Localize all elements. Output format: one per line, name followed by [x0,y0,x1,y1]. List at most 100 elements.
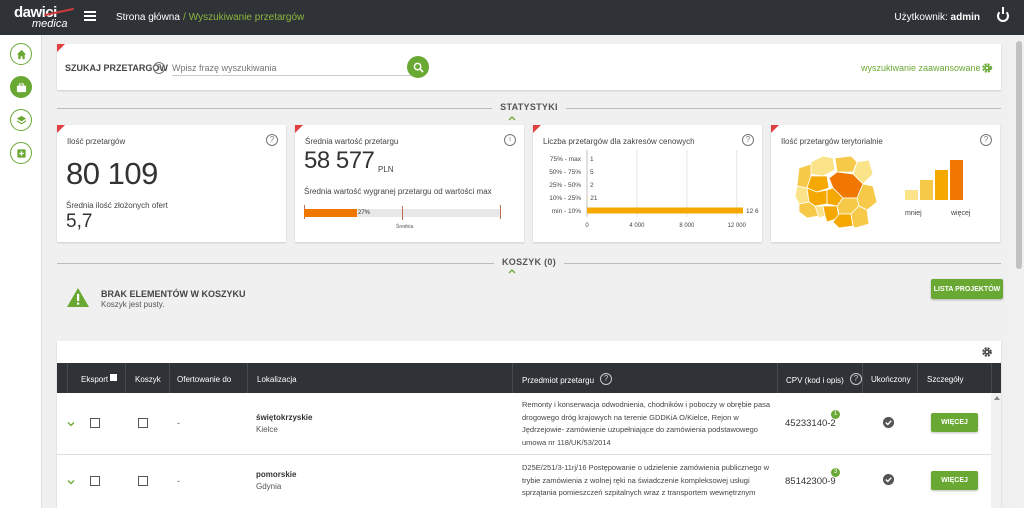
win-ratio-label: 27% [358,210,371,216]
cart-checkbox[interactable] [138,476,148,486]
stat-title: Ilość przetargów terytorialnie [781,137,883,146]
top-bar: dawici medica Strona główna / Wyszukiwanie… [0,0,1024,35]
card-flag [771,125,779,133]
chevron-up-icon[interactable] [508,116,516,121]
stat-title: Średnia wartość przetargu [305,137,399,146]
sidebar [0,35,42,508]
territorial-legend-chart [905,160,963,200]
location-region: pomorskie [256,470,297,479]
project-list-button[interactable]: LISTA PROJEKTÓW [931,279,1003,299]
poland-map[interactable] [793,152,883,234]
avg-won-label: Średnia wartość wygranej przetargu od wa… [304,187,492,196]
sidebar-item-layers[interactable] [10,109,32,131]
user-name: admin [950,12,980,23]
location-city: Kielce [256,425,278,434]
col-cpv-label: CPV (kod i opis) [786,376,844,385]
user-info: Użytkownik: admin [894,12,980,23]
chevron-up-icon[interactable] [508,269,516,274]
completed-check-icon [883,417,894,428]
more-details-button[interactable]: WIĘCEJ [931,413,978,432]
stats-divider: STATYSTYKI [57,102,1001,114]
stat-card-territorial: Ilość przetargów terytorialnie ? mniej w… [771,125,1000,242]
col-eksport[interactable]: Eksport [81,374,118,384]
col-przedmiot[interactable]: Przedmiot przetargu? [522,373,613,387]
logo[interactable]: dawici medica [14,4,74,30]
search-button[interactable] [407,56,429,78]
category-label: 50% - 75% [549,169,581,176]
more-details-button[interactable]: WIĘCEJ [931,471,978,490]
advanced-search-link[interactable]: wyszukiwanie zaawansowane [861,63,993,73]
avg-marker-label: Średnia [396,224,414,230]
gear-icon[interactable] [981,62,993,74]
win-ratio-bar: 27% [304,206,500,220]
user-label: Użytkownik: [894,12,948,23]
table-header: Eksport Koszyk Ofertowanie do Lokalizacj… [57,363,1001,393]
col-szczegoly[interactable]: Szczegóły [927,375,963,384]
avg-value: 58 577 [304,147,375,174]
expand-chevron-icon[interactable] [67,421,75,427]
cart-checkbox[interactable] [138,418,148,428]
cpv-code[interactable]: 85142300-9 [785,476,836,487]
help-icon[interactable]: ? [153,62,165,74]
export-checkbox[interactable] [90,476,100,486]
x-tick-label: 12 000 [728,223,747,229]
x-tick-label: 8 000 [679,223,695,229]
location-region: świętokrzyskie [256,413,313,422]
breadcrumb-home[interactable]: Strona główna [116,12,180,23]
table-scrollbar[interactable] [991,393,1001,508]
plus-box-icon [16,148,26,158]
info-icon[interactable]: i [504,134,516,146]
home-icon [16,49,26,59]
help-icon[interactable]: ? [980,134,992,146]
tender-count-value: 80 109 [66,156,158,191]
cart-empty-subtitle: Koszyk jest pusty. [101,300,165,309]
scrollbar-thumb[interactable] [1016,41,1022,269]
legend-bar [905,190,918,200]
sidebar-item-tenders[interactable] [10,76,32,98]
avg-offers-label: Średnia ilość złożonych ofert [66,201,168,210]
col-cpv[interactable]: CPV (kod i opis)? [786,373,862,387]
x-tick-label: 0 [585,223,589,229]
location-city: Gdynia [256,482,282,491]
menu-icon[interactable] [84,11,96,21]
help-icon[interactable]: ? [600,373,613,385]
value-label: 12 6 [746,208,759,215]
category-label: 25% - 50% [549,182,581,189]
stat-title: Ilość przetargów [67,137,126,146]
logo-subtext: medica [32,18,68,30]
col-ofertowanie[interactable]: Ofertowanie do [177,375,231,384]
legend-bar [920,180,933,200]
search-input[interactable] [172,60,412,76]
x-tick-label: 4 000 [629,223,645,229]
legend-bar [935,170,948,200]
tender-subject[interactable]: Remonty i konserwacja odwodnienia, chodn… [522,399,772,449]
sidebar-item-home[interactable] [10,43,32,65]
region-warminsko-mazurskie [834,155,858,173]
power-icon[interactable] [997,7,1009,22]
chart-bar[interactable] [587,207,743,214]
briefcase-icon [16,82,26,92]
col-lokalizacja[interactable]: Lokalizacja [257,375,297,384]
tender-subject[interactable]: D25E/251/3-11rj/16 Postępowanie o udziel… [522,462,772,500]
stat-card-avg-value: Średnia wartość przetargu i 58 577 PLN Ś… [295,125,524,242]
category-label: 75% - max [550,156,582,163]
col-koszyk[interactable]: Koszyk [135,375,161,384]
export-checkbox[interactable] [90,418,100,428]
expand-chevron-icon[interactable] [67,479,75,485]
value-label: 21 [590,195,598,202]
offer-deadline: - [177,418,180,428]
region-pomorskie [808,155,836,177]
breadcrumb-current: Wyszukiwanie przetargów [188,12,305,23]
sidebar-item-add[interactable] [10,142,32,164]
legend-more-label: więcej [951,210,971,217]
help-icon[interactable]: ? [266,134,278,146]
col-ukonczony[interactable]: Ukończony [871,375,911,384]
legend-bar [950,160,963,200]
help-icon[interactable]: ? [849,373,862,385]
cpv-code[interactable]: 45233140-2 [785,418,836,429]
completed-check-icon [883,474,894,485]
value-label: 5 [590,169,594,176]
export-all-checkbox[interactable] [110,374,118,381]
table-settings-gear-icon[interactable] [981,346,993,358]
page-scrollbar[interactable] [1014,35,1024,508]
